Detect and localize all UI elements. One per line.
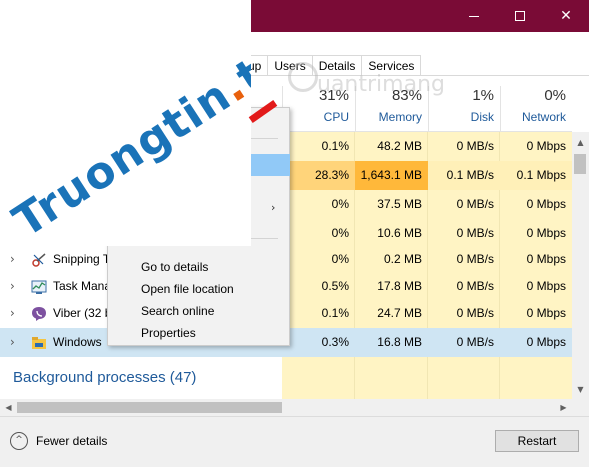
quantrimang-watermark: uantrimang bbox=[317, 72, 445, 97]
scroll-left-icon[interactable]: ◀ bbox=[0, 399, 17, 416]
menu-item-search-online[interactable]: Search online bbox=[108, 300, 289, 322]
watermark-main: Truongtin bbox=[4, 69, 240, 246]
truongtin-watermark: Truongtin.top bbox=[0, 0, 251, 246]
expand-chevron-icon[interactable]: › bbox=[10, 245, 15, 274]
menu-item-open-file-location[interactable]: Open file location bbox=[108, 278, 289, 300]
expand-chevron-icon[interactable]: › bbox=[10, 272, 15, 301]
cpu-label: CPU bbox=[323, 110, 349, 124]
expand-chevron-icon[interactable]: › bbox=[10, 299, 15, 328]
vertical-scroll-thumb[interactable] bbox=[574, 154, 586, 174]
memory-label: Memory bbox=[378, 110, 422, 124]
network-cell: 0 Mbps bbox=[526, 139, 566, 153]
network-cell: 0.1 Mbps bbox=[500, 161, 572, 190]
snipping-tool-icon bbox=[32, 253, 46, 267]
network-label: Network bbox=[521, 110, 566, 124]
minimize-button[interactable] bbox=[451, 0, 497, 32]
memory-cell: 1,643.1 MB bbox=[355, 161, 428, 190]
cpu-cell: 0.1% bbox=[321, 306, 349, 320]
close-icon: ✕ bbox=[560, 8, 572, 24]
menu-item-properties[interactable]: Properties bbox=[108, 322, 289, 344]
collapse-chevron-icon[interactable]: ^ bbox=[10, 432, 28, 450]
process-name: Windows bbox=[53, 335, 102, 349]
network-cell: 0 Mbps bbox=[526, 306, 566, 320]
cpu-cell: 28.3% bbox=[282, 161, 355, 190]
disk-label: Disk bbox=[470, 110, 494, 124]
cpu-cell: 0.1% bbox=[321, 139, 349, 153]
disk-cell: 0 MB/s bbox=[456, 226, 494, 240]
memory-cell: 37.5 MB bbox=[377, 197, 422, 211]
background-processes-heading: Background processes (47) bbox=[13, 369, 197, 386]
task-manager-icon bbox=[31, 280, 47, 294]
disk-cell: 0 MB/s bbox=[456, 279, 494, 293]
scroll-right-icon[interactable]: ▶ bbox=[555, 399, 572, 416]
disk-cell: 0 MB/s bbox=[428, 328, 500, 357]
process-name: Snipping T bbox=[53, 252, 111, 266]
vertical-scrollbar[interactable]: ▲ ▼ bbox=[572, 132, 589, 399]
scroll-up-icon[interactable]: ▲ bbox=[572, 136, 589, 150]
horizontal-scrollbar[interactable]: ◀ ▶ bbox=[0, 399, 589, 416]
memory-cell: 48.2 MB bbox=[377, 139, 422, 153]
watermark-text: Truongtin.top bbox=[4, 13, 251, 246]
disk-cell: 0.1 MB/s bbox=[428, 161, 500, 190]
scroll-down-icon[interactable]: ▼ bbox=[572, 383, 589, 397]
maximize-button[interactable] bbox=[497, 0, 543, 32]
network-percent: 0% bbox=[544, 87, 566, 104]
memory-cell: 24.7 MB bbox=[377, 306, 422, 320]
menu-highlight bbox=[248, 154, 290, 176]
disk-cell: 0 MB/s bbox=[456, 252, 494, 266]
process-name: Viber (32 b bbox=[53, 306, 112, 320]
memory-cell: 0.2 MB bbox=[383, 252, 422, 266]
disk-cell: 0 MB/s bbox=[456, 306, 494, 320]
network-cell: 0 Mbps bbox=[500, 328, 572, 357]
restart-button[interactable]: Restart bbox=[495, 430, 579, 452]
column-header-network[interactable]: 0% Network bbox=[500, 86, 572, 131]
network-cell: 0 Mbps bbox=[526, 226, 566, 240]
submenu-arrow-icon[interactable]: › bbox=[271, 201, 275, 214]
cpu-cell: 0% bbox=[331, 226, 349, 240]
fewer-details-link[interactable]: Fewer details bbox=[36, 434, 107, 448]
cpu-cell: 0.5% bbox=[321, 279, 349, 293]
memory-cell: 10.6 MB bbox=[377, 226, 422, 240]
process-name: Task Mana bbox=[53, 279, 112, 293]
horizontal-scroll-thumb[interactable] bbox=[17, 402, 282, 413]
windows-explorer-icon bbox=[32, 337, 46, 349]
minimize-icon bbox=[469, 15, 479, 17]
network-cell: 0 Mbps bbox=[526, 197, 566, 211]
cpu-cell: 0% bbox=[331, 252, 349, 266]
memory-cell: 17.8 MB bbox=[377, 279, 422, 293]
network-cell: 0 Mbps bbox=[526, 252, 566, 266]
menu-item-go-to-details[interactable]: Go to details bbox=[108, 256, 289, 278]
memory-cell: 16.8 MB bbox=[355, 328, 428, 357]
disk-cell: 0 MB/s bbox=[456, 139, 494, 153]
footer-bar: ^ Fewer details Restart bbox=[0, 416, 589, 467]
viber-icon bbox=[32, 307, 46, 321]
quantrimang-logo-icon bbox=[288, 62, 318, 92]
maximize-icon bbox=[515, 11, 525, 21]
disk-cell: 0 MB/s bbox=[456, 197, 494, 211]
network-cell: 0 Mbps bbox=[526, 279, 566, 293]
close-button[interactable]: ✕ bbox=[543, 0, 589, 32]
expand-chevron-icon[interactable]: › bbox=[10, 328, 15, 357]
cpu-cell: 0.3% bbox=[282, 328, 355, 357]
cpu-cell: 0% bbox=[331, 197, 349, 211]
